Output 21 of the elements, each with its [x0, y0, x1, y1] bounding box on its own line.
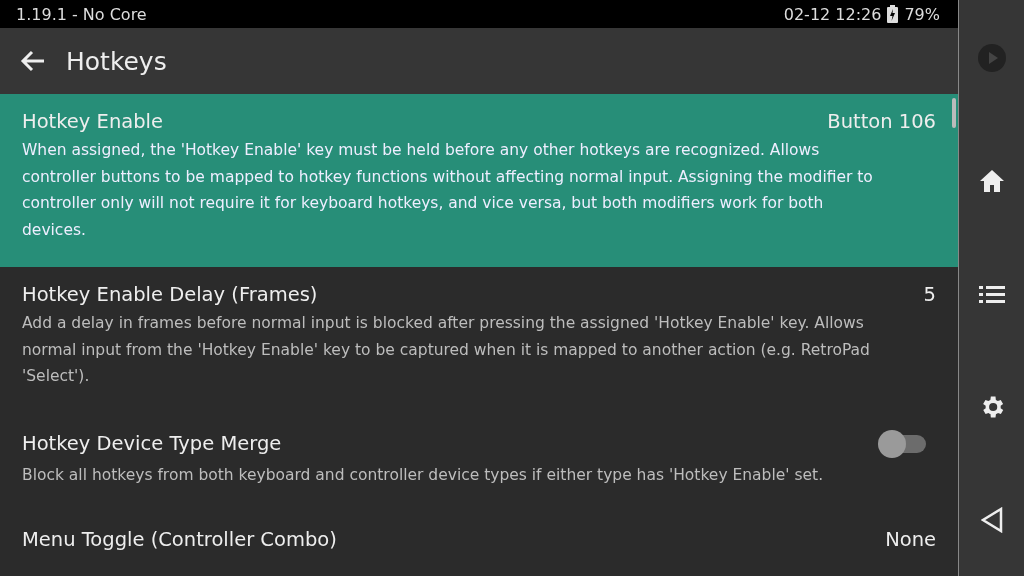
setting-description: Add a delay in frames before normal input is blocked after pressing the assigned 'Hotkey Enable' key. Allows normal input from the 'Hotkey Enable' key to be captured when it is mapped to another action (e.g. RetroPad 'Select'). — [22, 313, 871, 387]
version-text: 1.19.1 - No Core — [16, 4, 147, 24]
setting-title: Menu Toggle (Controller Combo) — [22, 528, 337, 551]
setting-title: Hotkey Device Type Merge — [22, 432, 282, 455]
setting-row[interactable]: Menu Toggle (Controller Combo) None — [0, 512, 958, 551]
scrollbar — [952, 98, 956, 128]
setting-title: Hotkey Enable — [22, 110, 163, 133]
battery-percent: 79% — [904, 4, 940, 24]
page-title: Hotkeys — [66, 46, 167, 76]
setting-title: Hotkey Enable Delay (Frames) — [22, 283, 318, 306]
setting-row[interactable] — [0, 94, 958, 267]
setting-description: Block all hotkeys from both keyboard and controller device types if either type has 'Hotkey Enable' set. — [22, 464, 825, 486]
setting-description: When assigned, the 'Hotkey Enable' key must be held before any other hotkeys are recognized. Allows controller buttons to be mapped to hotkey functions without affecting normal input. Assigning the modifier to controller only will not require it for keyboard hotkeys, and vice versa, but both modifiers work for both devices. — [22, 140, 874, 241]
setting-value: Button 106 — [827, 110, 936, 133]
clock-text: 02-12 12:26 — [783, 4, 882, 24]
setting-row[interactable]: Hotkey Device Type Merge Block all hotkeys from both keyboard and controller device types if either type has 'Hotkey Enable' set. — [0, 413, 958, 512]
setting-value: None — [885, 528, 936, 551]
toggle-switch[interactable] — [878, 429, 928, 458]
battery-charging-icon — [887, 5, 899, 23]
setting-value: 5 — [923, 283, 936, 306]
back-button[interactable] — [20, 50, 46, 72]
